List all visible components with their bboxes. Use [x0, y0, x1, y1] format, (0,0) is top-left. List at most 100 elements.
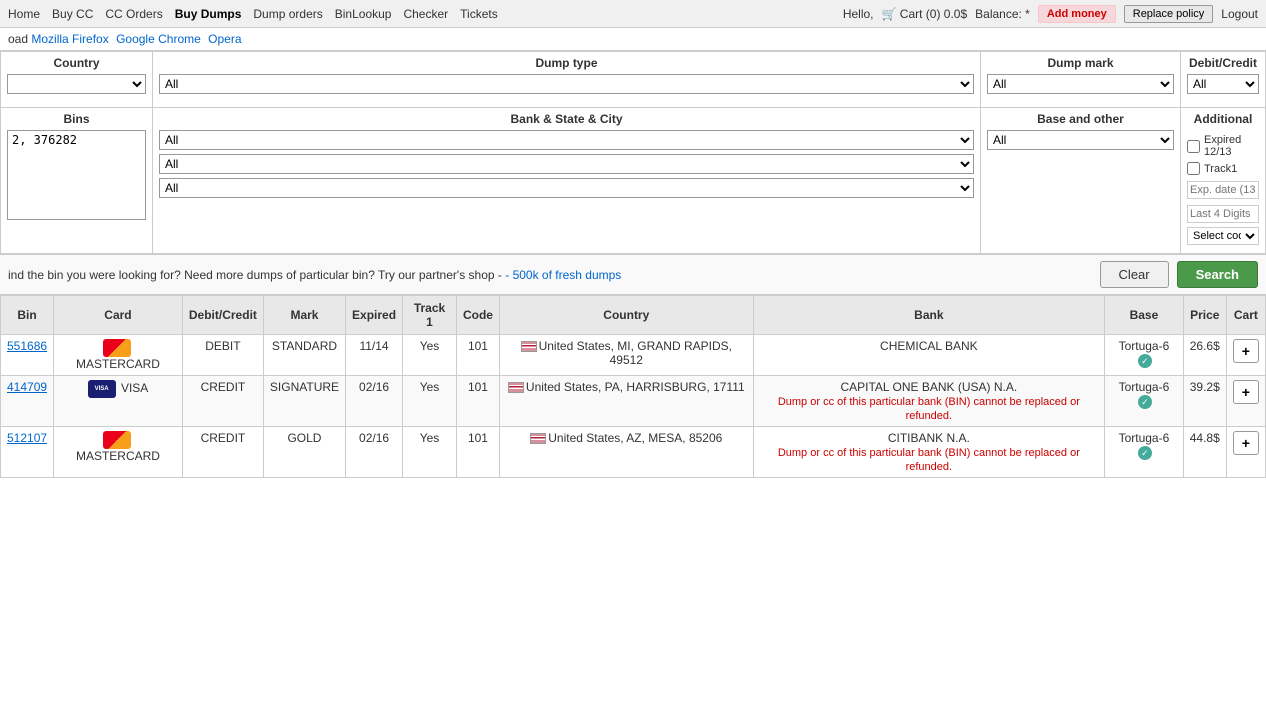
add-to-cart-button[interactable]: +	[1233, 339, 1259, 363]
nav-right: Hello, 🛒 Cart (0) 0.0$ Balance: * Add mo…	[843, 5, 1258, 23]
filter-row-1: Country Dump type All Dump mark All Debi…	[1, 52, 1265, 108]
nav-buy-dumps[interactable]: Buy Dumps	[175, 7, 242, 21]
cell-base: Tortuga-6✓	[1105, 335, 1184, 376]
clear-button[interactable]: Clear	[1100, 261, 1169, 288]
us-flag-icon	[508, 382, 524, 393]
sub-nav-text: oad	[8, 32, 28, 46]
partner-link[interactable]: - 500k of fresh dumps	[505, 268, 621, 282]
cell-bin: 414709	[1, 376, 54, 427]
cell-card: VISA	[54, 376, 183, 427]
firefox-link[interactable]: Mozilla Firefox	[31, 32, 108, 46]
track1-label-text: Track1	[1204, 163, 1237, 175]
expired-checkbox[interactable]	[1187, 140, 1200, 153]
base-other-inner: All	[987, 130, 1174, 150]
cell-expired: 11/14	[346, 335, 403, 376]
results-table: Bin Card Debit/Credit Mark Expired Track…	[0, 295, 1266, 478]
check-icon: ✓	[1138, 354, 1152, 368]
table-header: Bin Card Debit/Credit Mark Expired Track…	[1, 296, 1266, 335]
check-icon: ✓	[1138, 395, 1152, 409]
table-header-row: Bin Card Debit/Credit Mark Expired Track…	[1, 296, 1266, 335]
cell-cart: +	[1226, 335, 1265, 376]
track1-checkbox[interactable]	[1187, 162, 1200, 175]
bins-input[interactable]: 2, 376282	[7, 130, 146, 220]
replace-policy-button[interactable]: Replace policy	[1124, 5, 1214, 23]
expired-label-text: Expired 12/13	[1204, 134, 1259, 158]
col-mark: Mark	[263, 296, 345, 335]
bank-state-filter-cell: Bank & State & City All All All	[153, 108, 981, 253]
base-select[interactable]: All	[987, 130, 1174, 150]
dump-type-select[interactable]: All	[159, 74, 974, 94]
country-select[interactable]	[7, 74, 146, 94]
dump-mark-select[interactable]: All	[987, 74, 1174, 94]
add-money-button[interactable]: Add money	[1038, 5, 1116, 23]
hello-text: Hello,	[843, 7, 874, 21]
us-flag-icon	[530, 433, 546, 444]
nav-tickets[interactable]: Tickets	[460, 7, 498, 21]
bins-label: Bins	[7, 112, 146, 126]
cell-cart: +	[1226, 376, 1265, 427]
cell-track1: Yes	[403, 335, 457, 376]
base-other-filter-cell: Base and other All	[981, 108, 1181, 253]
track1-checkbox-label: Track1	[1187, 162, 1259, 175]
table-body: 551686 MASTERCARD DEBIT STANDARD 11/14 Y…	[1, 335, 1266, 478]
col-code: Code	[456, 296, 499, 335]
col-price: Price	[1183, 296, 1226, 335]
country-filter-cell: Country	[1, 52, 153, 107]
table-row: 551686 MASTERCARD DEBIT STANDARD 11/14 Y…	[1, 335, 1266, 376]
search-button[interactable]: Search	[1177, 261, 1258, 288]
cell-price: 39.2$	[1183, 376, 1226, 427]
cell-cart: +	[1226, 427, 1265, 478]
cell-card: MASTERCARD	[54, 427, 183, 478]
nav-home[interactable]: Home	[8, 7, 40, 21]
add-to-cart-button[interactable]: +	[1233, 431, 1259, 455]
nav-cc-orders[interactable]: CC Orders	[105, 7, 162, 21]
city-select[interactable]: All	[159, 178, 974, 198]
cell-bank: CHEMICAL BANK	[753, 335, 1104, 376]
bin-link[interactable]: 551686	[7, 339, 47, 353]
nav-links: Home Buy CC CC Orders Buy Dumps Dump ord…	[8, 7, 498, 21]
card-type-text: VISA	[121, 381, 148, 395]
card-type-text: MASTERCARD	[76, 357, 160, 371]
cell-expired: 02/16	[346, 427, 403, 478]
col-cart: Cart	[1226, 296, 1265, 335]
nav-binlookup[interactable]: BinLookup	[335, 7, 392, 21]
cell-price: 44.8$	[1183, 427, 1226, 478]
nav-checker[interactable]: Checker	[403, 7, 448, 21]
select-code-select[interactable]: Select code	[1187, 227, 1259, 245]
cell-bin: 551686	[1, 335, 54, 376]
dump-mark-label: Dump mark	[987, 56, 1174, 70]
add-to-cart-button[interactable]: +	[1233, 380, 1259, 404]
nav-buy-cc[interactable]: Buy CC	[52, 7, 93, 21]
table-row: 512107 MASTERCARD CREDIT GOLD 02/16 Yes …	[1, 427, 1266, 478]
us-flag-icon	[521, 341, 537, 352]
cell-debit-credit: CREDIT	[182, 376, 263, 427]
col-bank: Bank	[753, 296, 1104, 335]
cell-mark: GOLD	[263, 427, 345, 478]
additional-label: Additional	[1187, 112, 1259, 126]
additional-content: Expired 12/13 Track1 Select code	[1187, 130, 1259, 249]
cell-code: 101	[456, 335, 499, 376]
cell-price: 26.6$	[1183, 335, 1226, 376]
cell-bank: CITIBANK N.A.Dump or cc of this particul…	[753, 427, 1104, 478]
expired-checkbox-label: Expired 12/13	[1187, 134, 1259, 158]
chrome-link[interactable]: Google Chrome	[116, 32, 201, 46]
cell-track1: Yes	[403, 376, 457, 427]
bin-link[interactable]: 512107	[7, 431, 47, 445]
col-expired: Expired	[346, 296, 403, 335]
visa-icon	[88, 380, 116, 398]
bank-select[interactable]: All	[159, 130, 974, 150]
state-select[interactable]: All	[159, 154, 974, 174]
col-track1: Track 1	[403, 296, 457, 335]
action-row: ind the bin you were looking for? Need m…	[0, 255, 1266, 295]
partner-text: ind the bin you were looking for? Need m…	[8, 268, 1092, 282]
debit-credit-select[interactable]: All	[1187, 74, 1259, 94]
bin-link[interactable]: 414709	[7, 380, 47, 394]
dump-type-filter-cell: Dump type All	[153, 52, 981, 107]
cell-bin: 512107	[1, 427, 54, 478]
mastercard-icon	[103, 431, 131, 449]
logout-link[interactable]: Logout	[1221, 7, 1258, 21]
opera-link[interactable]: Opera	[208, 32, 241, 46]
nav-dump-orders[interactable]: Dump orders	[253, 7, 322, 21]
exp-date-input[interactable]	[1187, 181, 1259, 199]
last4-input[interactable]	[1187, 205, 1259, 223]
